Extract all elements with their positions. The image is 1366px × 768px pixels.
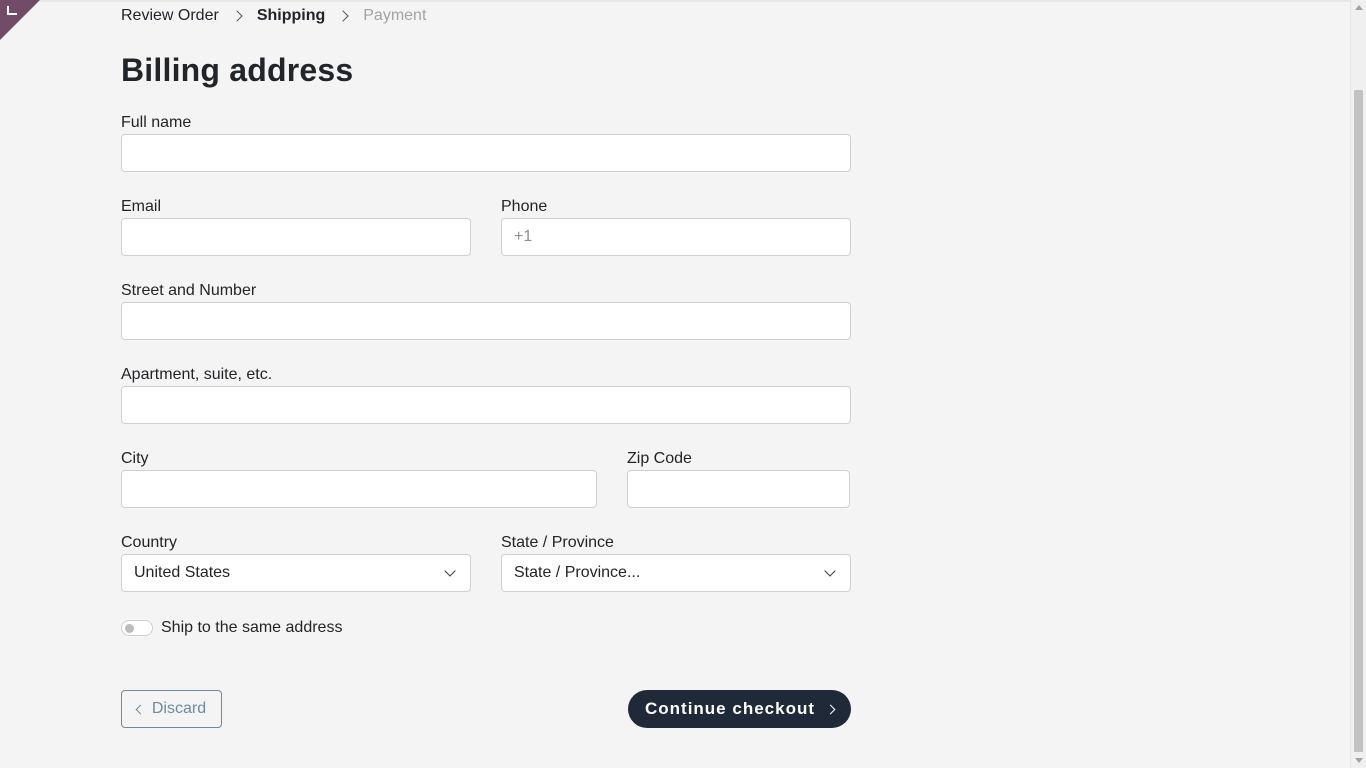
breadcrumb-review-order[interactable]: Review Order [121,7,219,25]
city-label: City [121,450,149,467]
ship-same-row: Ship to the same address [121,619,342,637]
discard-button[interactable]: Discard [121,690,222,728]
corner-icon [7,6,17,15]
breadcrumb-shipping: Shipping [256,7,326,24]
country-selected-value: United States [134,564,231,581]
street-label: Street and Number [121,282,257,299]
chevron-right-icon [825,704,836,714]
zip-group: Zip Code [627,450,850,508]
zip-label: Zip Code [627,450,692,467]
scroll-down-icon[interactable] [1355,758,1363,763]
apartment-label: Apartment, suite, etc. [121,366,273,383]
chevron-left-icon [135,704,146,714]
toggle-knob [125,624,134,633]
city-group: City [121,450,597,508]
chevron-down-icon [444,565,456,577]
top-divider [40,0,1350,2]
full-name-group: Full name [121,114,851,172]
phone-group: Phone [501,198,851,256]
breadcrumb: Review Order Shipping Payment [121,6,426,26]
state-group: State / Province State / Province... [501,534,851,592]
ship-same-label[interactable]: Ship to the same address [161,619,342,637]
apartment-group: Apartment, suite, etc. [121,366,851,424]
email-label: Email [121,198,162,215]
country-label: Country [121,534,178,551]
state-select[interactable]: State / Province... [501,554,851,592]
edit-corner-badge[interactable] [0,0,40,40]
ship-same-toggle[interactable] [121,620,153,636]
street-input[interactable] [121,302,851,340]
full-name-input[interactable] [121,134,851,172]
country-group: Country United States [121,534,471,592]
breadcrumb-payment: Payment [363,7,427,24]
street-group: Street and Number [121,282,851,340]
phone-input[interactable] [501,218,851,256]
scrollbar-thumb[interactable] [1354,90,1363,752]
page-scrollbar[interactable] [1350,0,1366,768]
zip-input[interactable] [627,470,850,508]
continue-checkout-button[interactable]: Continue checkout [628,690,851,728]
discard-label: Discard [151,700,207,717]
chevron-right-icon [337,10,349,22]
continue-label: Continue checkout [644,699,815,718]
phone-label: Phone [501,198,548,215]
full-name-label: Full name [121,114,192,131]
scroll-up-icon[interactable] [1355,5,1363,10]
state-label: State / Province [501,534,614,551]
state-selected-value: State / Province... [514,564,641,581]
email-input[interactable] [121,218,471,256]
page-title: Billing address [121,52,354,88]
city-input[interactable] [121,470,597,508]
chevron-down-icon [824,565,836,577]
apartment-input[interactable] [121,386,851,424]
email-group: Email [121,198,471,256]
country-select[interactable]: United States [121,554,471,592]
chevron-right-icon [231,10,243,22]
